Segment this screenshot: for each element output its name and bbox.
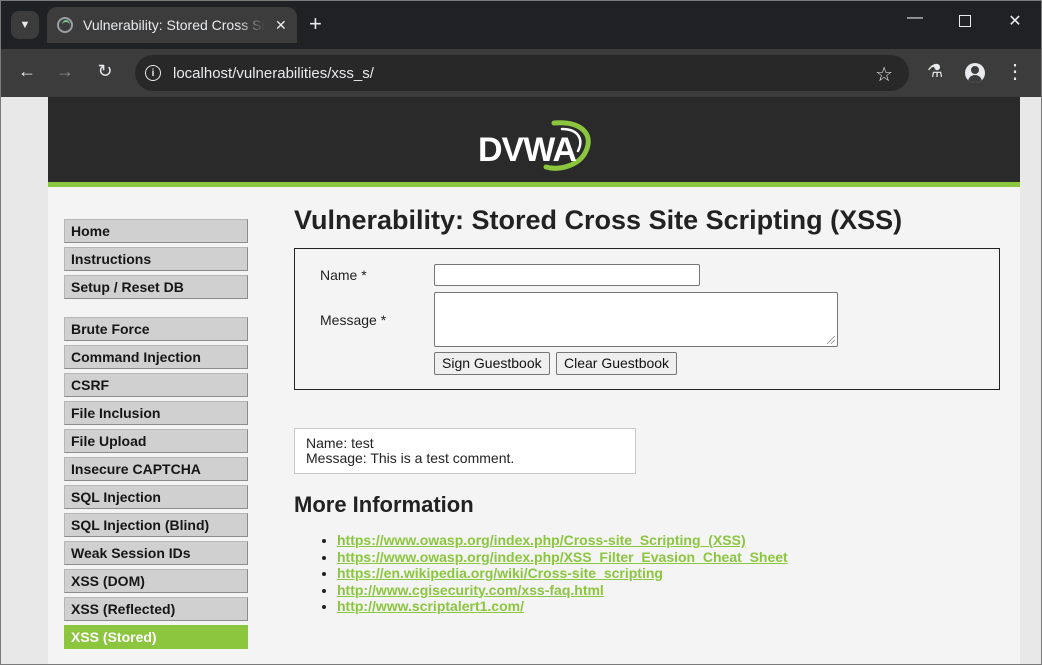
menu-item-xss-stored[interactable]: XSS (Stored) [64, 625, 248, 649]
labs-flask-icon[interactable]: ⚗ [927, 61, 943, 82]
reference-link-item: https://www.owasp.org/index.php/Cross-si… [337, 532, 1004, 549]
name-input[interactable] [434, 264, 700, 286]
menu-item-weak-session-ids[interactable]: Weak Session IDs [64, 541, 248, 565]
reload-icon[interactable]: ↻ [93, 61, 117, 82]
menu-item-xss-reflected[interactable]: XSS (Reflected) [64, 597, 248, 621]
browser-menu-kebab-icon[interactable]: ⋮ [1005, 59, 1025, 84]
menu-item-home[interactable]: Home [64, 219, 248, 243]
menu-item-sql-injection[interactable]: SQL Injection [64, 485, 248, 509]
page-viewport: DVWA Home Instructions Setup / Reset DB Bru… [1, 97, 1041, 664]
reference-links-list: https://www.owasp.org/index.php/Cross-si… [294, 532, 1004, 615]
logo-text: DVWA [478, 131, 577, 169]
menu-item-sql-injection-blind[interactable]: SQL Injection (Blind) [64, 513, 248, 537]
more-information-heading: More Information [294, 492, 474, 517]
browser-window: ▼ Vulnerability: Stored Cross Site Scrip… [0, 0, 1042, 665]
bookmark-star-icon[interactable]: ☆ [875, 62, 893, 87]
reference-link-item: http://www.cgisecurity.com/xss-faq.html [337, 582, 1004, 599]
name-label: Name * [320, 267, 367, 283]
guestbook-form: Name * Message * Sign Guestbook Clear Gu… [294, 248, 1000, 390]
message-label: Message * [320, 312, 387, 328]
tab-close-icon[interactable]: ✕ [275, 17, 287, 34]
clear-guestbook-button[interactable]: Clear Guestbook [556, 352, 678, 375]
page-right-margin [1020, 97, 1041, 664]
menu-item-csrf[interactable]: CSRF [64, 373, 248, 397]
reference-link[interactable]: https://en.wikipedia.org/wiki/Cross-site… [337, 565, 663, 581]
reference-link[interactable]: http://www.cgisecurity.com/xss-faq.html [337, 582, 604, 598]
tab-favicon-icon [57, 17, 73, 33]
menu-item-file-upload[interactable]: File Upload [64, 429, 248, 453]
menu-item-brute-force[interactable]: Brute Force [64, 317, 248, 341]
dvwa-page: DVWA Home Instructions Setup / Reset DB Bru… [48, 97, 1020, 664]
new-tab-plus-icon[interactable]: + [309, 13, 322, 35]
site-info-icon[interactable]: i [145, 65, 161, 81]
reference-link-item: http://www.scriptalert1.com/ [337, 598, 1004, 615]
textarea-resize-handle-icon[interactable] [827, 336, 835, 344]
reference-link[interactable]: https://www.owasp.org/index.php/Cross-si… [337, 532, 746, 548]
forward-arrow-icon[interactable]: → [53, 61, 77, 82]
url-text[interactable]: localhost/vulnerabilities/xss_s/ [173, 65, 374, 82]
menu-item-file-inclusion[interactable]: File Inclusion [64, 401, 248, 425]
profile-avatar-icon[interactable] [965, 63, 985, 83]
entry-name: Name: test [306, 435, 374, 451]
window-minimize-icon[interactable]: — [903, 9, 927, 27]
menu-item-xss-dom[interactable]: XSS (DOM) [64, 569, 248, 593]
tab-strip: ▼ Vulnerability: Stored Cross Site Scrip… [1, 1, 1041, 49]
window-maximize-icon[interactable] [953, 11, 977, 32]
reference-link-item: https://en.wikipedia.org/wiki/Cross-site… [337, 565, 1004, 582]
message-textarea[interactable] [434, 292, 838, 347]
page-header: DVWA [48, 97, 1020, 187]
menu-item-insecure-captcha[interactable]: Insecure CAPTCHA [64, 457, 248, 481]
reference-link-item: https://www.owasp.org/index.php/XSS_Filt… [337, 549, 1004, 566]
menu-item-command-injection[interactable]: Command Injection [64, 345, 248, 369]
page-title: Vulnerability: Stored Cross Site Scripti… [294, 205, 903, 235]
reference-link[interactable]: https://www.owasp.org/index.php/XSS_Filt… [337, 549, 788, 565]
window-close-icon[interactable]: ✕ [1003, 11, 1027, 31]
tab-search-chevron-icon[interactable]: ▼ [11, 11, 39, 39]
address-bar[interactable]: i localhost/vulnerabilities/xss_s/ ☆ [135, 55, 909, 91]
menu-item-setup-reset-db[interactable]: Setup / Reset DB [64, 275, 248, 299]
menu-group: Home Instructions Setup / Reset DB [64, 219, 248, 299]
browser-toolbar: ← → ↻ i localhost/vulnerabilities/xss_s/… [1, 49, 1041, 97]
left-nav-menu: Home Instructions Setup / Reset DB Brute Fo… [64, 219, 248, 664]
back-arrow-icon[interactable]: ← [15, 61, 39, 82]
guestbook-entry: Name: test Message: This is a test comme… [294, 428, 636, 474]
menu-group: Brute Force Command Injection CSRF File Inc… [64, 317, 248, 649]
browser-tab[interactable]: Vulnerability: Stored Cross Site Scripti… [47, 7, 297, 43]
menu-item-instructions[interactable]: Instructions [64, 247, 248, 271]
sign-guestbook-button[interactable]: Sign Guestbook [434, 352, 550, 375]
main-content: Vulnerability: Stored Cross Site Scripti… [294, 205, 1004, 615]
entry-message: Message: This is a test comment. [306, 450, 515, 466]
reference-link[interactable]: http://www.scriptalert1.com/ [337, 598, 524, 614]
dvwa-logo: DVWA [476, 117, 596, 173]
tab-title: Vulnerability: Stored Cross Site Scripti… [83, 17, 265, 33]
